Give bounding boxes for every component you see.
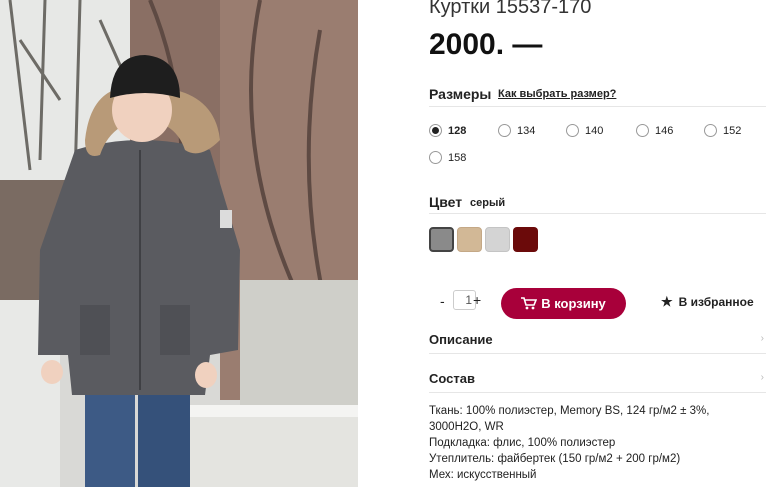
product-photo [0,0,358,487]
product-price: 2000. — [429,28,543,61]
divider [429,353,766,354]
color-heading: Цвет [429,194,463,210]
star-icon: ★ [661,294,673,309]
radio-icon[interactable] [498,124,511,137]
size-label: 158 [448,151,467,164]
composition-line: Утеплитель: файбертек (150 гр/м2 + 200 г… [429,453,681,465]
composition-line: Мех: искусственный [429,469,537,481]
size-option-128[interactable]: 128 [429,124,466,137]
color-swatch-light-grey[interactable] [485,227,510,252]
radio-icon[interactable] [566,124,579,137]
favorites-label: В избранное [678,295,754,309]
add-to-favorites-button[interactable]: ★ В избранное [661,294,754,310]
chevron-down-icon: › [760,333,764,344]
divider [429,392,766,393]
color-swatch-beige[interactable] [457,227,482,252]
composition-line: 3000H2O, WR [429,421,504,433]
composition-text: Ткань: 100% полиэстер, Memory BS, 124 гр… [429,403,739,483]
add-to-cart-button[interactable]: В корзину [501,288,626,319]
composition-line: Ткань: 100% полиэстер, Memory BS, 124 гр… [429,405,710,417]
product-title: Куртки 15537-170 [429,0,592,18]
size-option-146[interactable]: 146 [636,124,673,137]
radio-icon[interactable] [636,124,649,137]
composition-heading: Состав [429,371,475,386]
size-option-140[interactable]: 140 [566,124,603,137]
radio-icon[interactable] [704,124,717,137]
size-label: 128 [448,124,467,137]
radio-selected-icon[interactable] [429,124,442,137]
size-label: 134 [517,124,536,137]
cart-icon [521,297,538,310]
divider [429,213,766,214]
qty-increase-button[interactable]: + [473,292,481,308]
description-heading: Описание [429,332,493,347]
chevron-down-icon: › [760,372,764,383]
size-label: 140 [585,124,604,137]
color-value: серый [470,197,506,209]
size-option-134[interactable]: 134 [498,124,535,137]
sizes-heading: Размеры [429,86,492,102]
color-swatch-grey[interactable] [429,227,454,252]
size-option-158[interactable]: 158 [429,151,466,164]
divider [429,106,766,107]
composition-line: Подкладка: флис, 100% полиэстер [429,437,616,449]
cart-button-label: В корзину [541,296,606,311]
qty-decrease-button[interactable]: - [440,293,445,309]
size-label: 146 [655,124,674,137]
radio-icon[interactable] [429,151,442,164]
color-swatch-dark-red[interactable] [513,227,538,252]
product-info-panel: Куртки 15537-170 2000. — Размеры Как выб… [429,0,766,487]
composition-accordion[interactable]: Состав › [429,371,766,386]
size-guide-link[interactable]: Как выбрать размер? [498,88,616,100]
size-label: 152 [723,124,742,137]
size-option-152[interactable]: 152 [704,124,741,137]
description-accordion[interactable]: Описание › [429,332,766,347]
